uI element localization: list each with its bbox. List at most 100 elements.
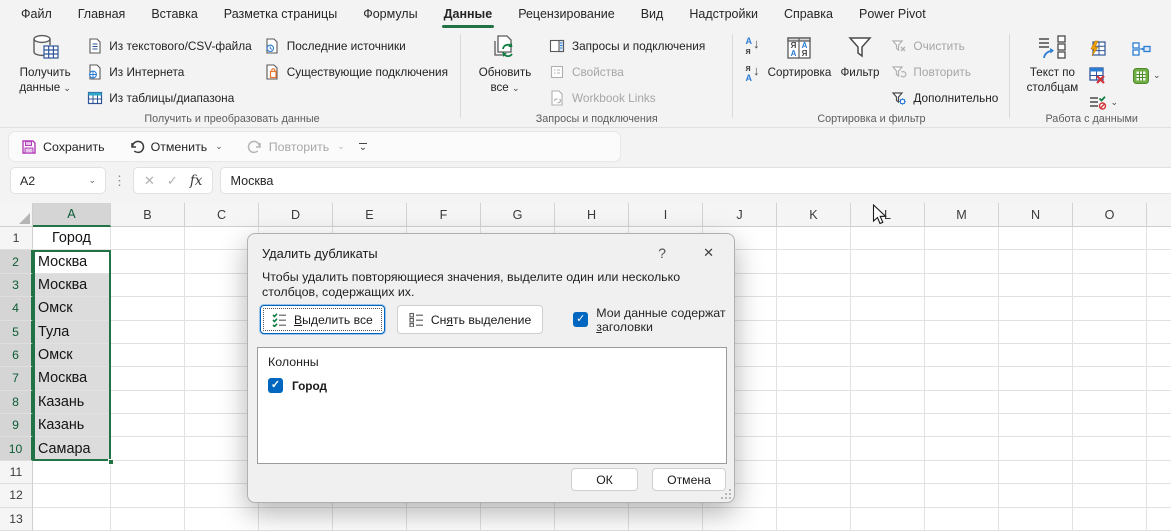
sort-ascending-button[interactable]: Ая ↓ bbox=[745, 37, 759, 56]
cell-O5[interactable] bbox=[1073, 321, 1147, 344]
cell-A10[interactable]: Самара bbox=[33, 437, 111, 460]
column-header-E[interactable]: E bbox=[333, 203, 407, 227]
cell-F13[interactable] bbox=[407, 508, 481, 531]
cell-N10[interactable] bbox=[999, 437, 1073, 460]
cell-N1[interactable] bbox=[999, 227, 1073, 250]
column-header-F[interactable]: F bbox=[407, 203, 481, 227]
cell-C13[interactable] bbox=[185, 508, 259, 531]
cell-K1[interactable] bbox=[777, 227, 851, 250]
qat-overflow-button[interactable]: ⌄ bbox=[359, 143, 367, 151]
cell-B1[interactable] bbox=[111, 227, 185, 250]
cell-D13[interactable] bbox=[259, 508, 333, 531]
cell-L2[interactable] bbox=[851, 250, 925, 273]
cell-P11[interactable] bbox=[1147, 461, 1171, 484]
cell-L11[interactable] bbox=[851, 461, 925, 484]
cell-M13[interactable] bbox=[925, 508, 999, 531]
cell-O8[interactable] bbox=[1073, 391, 1147, 414]
cell-A11[interactable] bbox=[33, 461, 111, 484]
clear-filter-button[interactable]: Очистить bbox=[884, 33, 1004, 59]
cell-K5[interactable] bbox=[777, 321, 851, 344]
cell-P4[interactable] bbox=[1147, 297, 1171, 320]
cell-A6[interactable]: Омск bbox=[33, 344, 111, 367]
row-header-11[interactable]: 11 bbox=[0, 461, 33, 484]
cancel-entry-icon[interactable]: ✕ bbox=[144, 173, 155, 189]
from-text-csv-button[interactable]: Из текстового/CSV-файла bbox=[80, 33, 257, 59]
column-header-H[interactable]: H bbox=[555, 203, 629, 227]
name-box[interactable]: A2 ⌄ bbox=[10, 167, 106, 194]
cell-K9[interactable] bbox=[777, 414, 851, 437]
cell-B3[interactable] bbox=[111, 274, 185, 297]
cell-B7[interactable] bbox=[111, 367, 185, 390]
cell-A3[interactable]: Москва bbox=[33, 274, 111, 297]
cell-P5[interactable] bbox=[1147, 321, 1171, 344]
recent-sources-button[interactable]: Последние источники bbox=[258, 33, 454, 59]
deselect-all-button[interactable]: Снять выделение bbox=[397, 305, 543, 334]
row-header-2[interactable]: 2 bbox=[0, 250, 33, 273]
cell-P10[interactable] bbox=[1147, 437, 1171, 460]
cell-L6[interactable] bbox=[851, 344, 925, 367]
tab-вид[interactable]: Вид bbox=[628, 0, 677, 28]
cell-M8[interactable] bbox=[925, 391, 999, 414]
cell-N11[interactable] bbox=[999, 461, 1073, 484]
cell-O2[interactable] bbox=[1073, 250, 1147, 273]
cell-O7[interactable] bbox=[1073, 367, 1147, 390]
cell-B4[interactable] bbox=[111, 297, 185, 320]
cell-M1[interactable] bbox=[925, 227, 999, 250]
tab-главная[interactable]: Главная bbox=[65, 0, 139, 28]
help-icon[interactable]: ? bbox=[652, 243, 672, 263]
cell-J13[interactable] bbox=[703, 508, 777, 531]
cell-M11[interactable] bbox=[925, 461, 999, 484]
cell-K3[interactable] bbox=[777, 274, 851, 297]
flash-fill-button[interactable] bbox=[1088, 39, 1118, 58]
cell-A13[interactable] bbox=[33, 508, 111, 531]
cell-M5[interactable] bbox=[925, 321, 999, 344]
from-table-range-button[interactable]: Из таблицы/диапазона bbox=[80, 85, 257, 111]
columns-listbox[interactable]: Колонны ✓ Город bbox=[257, 347, 727, 464]
confirm-entry-icon[interactable]: ✓ bbox=[167, 173, 178, 189]
column-header-M[interactable]: M bbox=[925, 203, 999, 227]
column-header-I[interactable]: I bbox=[629, 203, 703, 227]
cell-M7[interactable] bbox=[925, 367, 999, 390]
cell-P9[interactable] bbox=[1147, 414, 1171, 437]
cell-L12[interactable] bbox=[851, 484, 925, 507]
cell-N6[interactable] bbox=[999, 344, 1073, 367]
cell-K4[interactable] bbox=[777, 297, 851, 320]
cell-K2[interactable] bbox=[777, 250, 851, 273]
sort-descending-button[interactable]: яА ↓ bbox=[745, 64, 759, 83]
properties-button[interactable]: Свойства bbox=[543, 59, 711, 85]
cell-P12[interactable] bbox=[1147, 484, 1171, 507]
tab-разметка-страницы[interactable]: Разметка страницы bbox=[211, 0, 350, 28]
cell-O10[interactable] bbox=[1073, 437, 1147, 460]
cell-O4[interactable] bbox=[1073, 297, 1147, 320]
grab-dots-icon[interactable]: ⋮ bbox=[113, 173, 126, 189]
row-header-3[interactable]: 3 bbox=[0, 274, 33, 297]
cell-M9[interactable] bbox=[925, 414, 999, 437]
data-validation-button[interactable]: ⌄ bbox=[1088, 94, 1118, 111]
cell-N7[interactable] bbox=[999, 367, 1073, 390]
advanced-filter-button[interactable]: Дополнительно bbox=[884, 85, 1004, 111]
insert-function-icon[interactable]: fx bbox=[190, 173, 203, 189]
data-model-button[interactable]: ⌄ bbox=[1132, 67, 1161, 85]
cell-O12[interactable] bbox=[1073, 484, 1147, 507]
cell-M12[interactable] bbox=[925, 484, 999, 507]
cell-B6[interactable] bbox=[111, 344, 185, 367]
cell-L4[interactable] bbox=[851, 297, 925, 320]
row-header-9[interactable]: 9 bbox=[0, 414, 33, 437]
cell-P1[interactable] bbox=[1147, 227, 1171, 250]
cell-L9[interactable] bbox=[851, 414, 925, 437]
cell-K6[interactable] bbox=[777, 344, 851, 367]
cell-A5[interactable]: Тула bbox=[33, 321, 111, 344]
cell-B9[interactable] bbox=[111, 414, 185, 437]
sort-button[interactable]: ЯААЯ Сортировка bbox=[763, 31, 835, 82]
tab-файл[interactable]: Файл bbox=[8, 0, 65, 28]
cell-A8[interactable]: Казань bbox=[33, 391, 111, 414]
tab-вставка[interactable]: Вставка bbox=[138, 0, 210, 28]
cell-P6[interactable] bbox=[1147, 344, 1171, 367]
column-header-C[interactable]: C bbox=[185, 203, 259, 227]
cell-P8[interactable] bbox=[1147, 391, 1171, 414]
cell-L1[interactable] bbox=[851, 227, 925, 250]
cell-B12[interactable] bbox=[111, 484, 185, 507]
consolidate-button[interactable] bbox=[1132, 41, 1161, 57]
cell-P7[interactable] bbox=[1147, 367, 1171, 390]
column-list-item[interactable]: ✓ Город bbox=[268, 378, 716, 393]
